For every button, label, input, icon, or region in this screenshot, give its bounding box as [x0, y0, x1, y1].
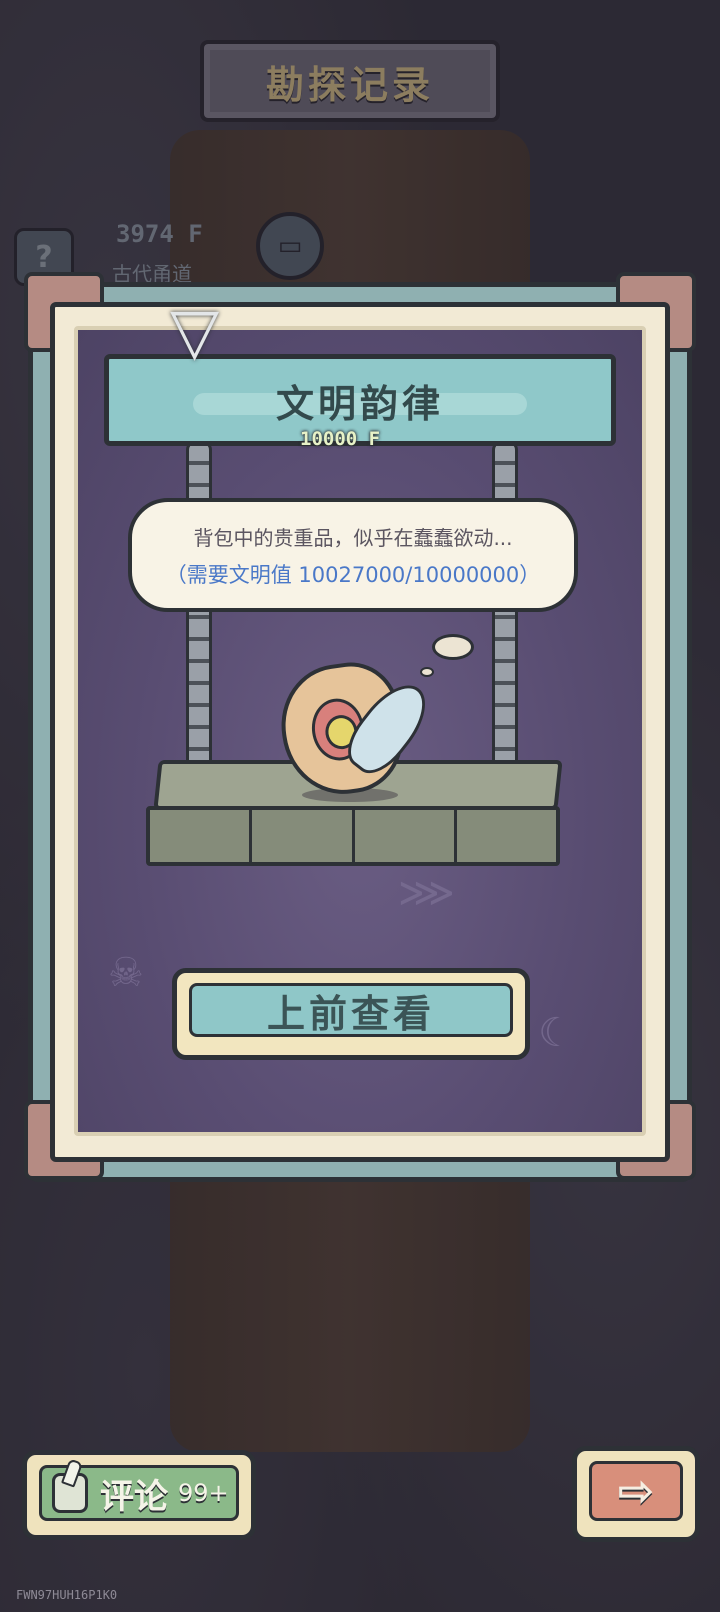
fish-skeleton-decoration: ⋙ [398, 870, 455, 916]
next-button-face: ⇨ [589, 1461, 683, 1521]
thought-dot-small [420, 667, 434, 677]
comment-button[interactable]: 评论 99+ [22, 1450, 256, 1540]
next-button[interactable]: ⇨ [572, 1446, 700, 1542]
stage-title: 文明韵律 [275, 381, 444, 426]
bone-decoration: ☠ [108, 950, 144, 996]
bubble-requirement: （需要文明值 10027000/10000000） [165, 562, 541, 587]
comment-count: 99+ [178, 1479, 229, 1507]
thought-bubble-icon [432, 634, 474, 660]
stage-depth: 10000 F [300, 428, 381, 450]
tusk-decoration: ☾ [538, 1010, 574, 1056]
arrow-right-icon: ⇨ [617, 1465, 655, 1517]
bubble-message: 背包中的贵重品，似乎在蠢蠢欲动... [193, 525, 513, 550]
triangle-emblem-icon: ▽ [170, 295, 220, 369]
inspect-button-label: 上前查看 [266, 991, 435, 1036]
inspect-button[interactable]: 上前查看 [172, 968, 530, 1060]
speech-bubble: 背包中的贵重品，似乎在蠢蠢欲动... （需要文明值 10027000/10000… [128, 498, 578, 612]
comment-button-face: 评论 99+ [39, 1465, 239, 1521]
inkwell-icon [52, 1473, 88, 1513]
platform-front [146, 806, 560, 866]
comment-label: 评论 [100, 1476, 168, 1517]
watermark: FWN97HUH16P1K0 [16, 1588, 118, 1602]
